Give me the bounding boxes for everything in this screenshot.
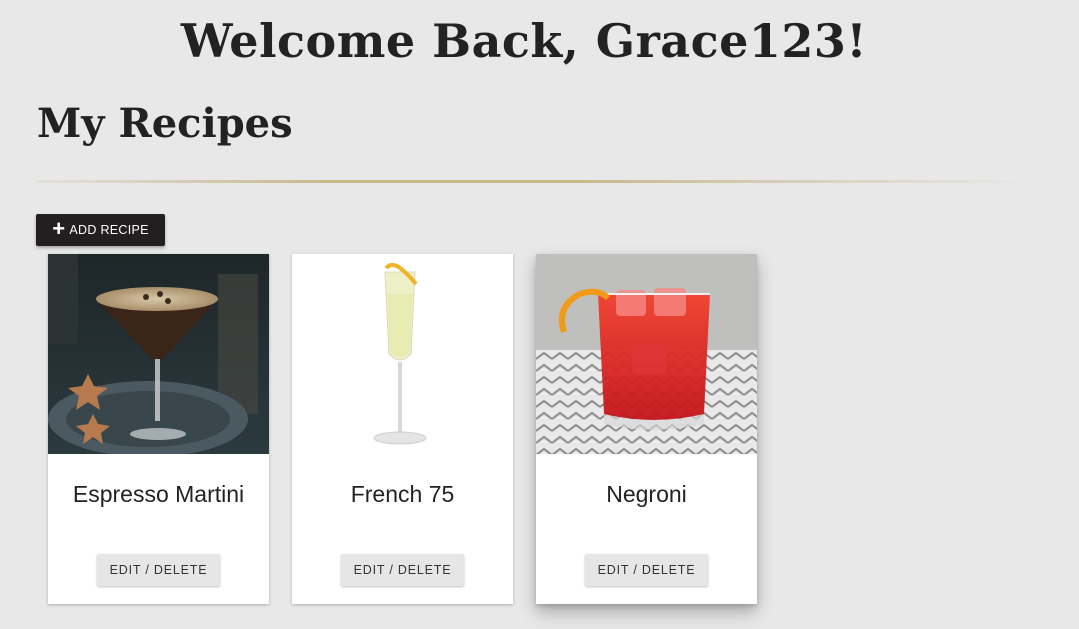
- recipe-card[interactable]: Negroni EDIT / DELETE: [536, 254, 757, 604]
- add-recipe-label: ADD RECIPE: [69, 223, 149, 237]
- page-title: My Recipes: [37, 100, 293, 147]
- recipe-card[interactable]: Espresso Martini EDIT / DELETE: [48, 254, 269, 604]
- plus-icon: +: [52, 215, 66, 241]
- recipe-photo-negroni: [536, 254, 757, 454]
- recipe-name: French 75: [350, 481, 455, 507]
- edit-delete-button[interactable]: EDIT / DELETE: [341, 554, 464, 586]
- edit-delete-button[interactable]: EDIT / DELETE: [585, 554, 708, 586]
- recipe-card[interactable]: French 75 EDIT / DELETE: [292, 254, 513, 604]
- recipe-photo-french-75: [292, 254, 513, 454]
- recipe-name: Espresso Martini: [72, 481, 245, 507]
- recipe-name: Negroni: [606, 481, 687, 507]
- edit-delete-button[interactable]: EDIT / DELETE: [97, 554, 220, 586]
- recipe-photo-espresso-martini: [48, 254, 269, 454]
- section-divider: [36, 180, 1016, 183]
- welcome-heading: Welcome Back, Grace123!: [180, 14, 868, 68]
- add-recipe-button[interactable]: + ADD RECIPE: [36, 214, 165, 246]
